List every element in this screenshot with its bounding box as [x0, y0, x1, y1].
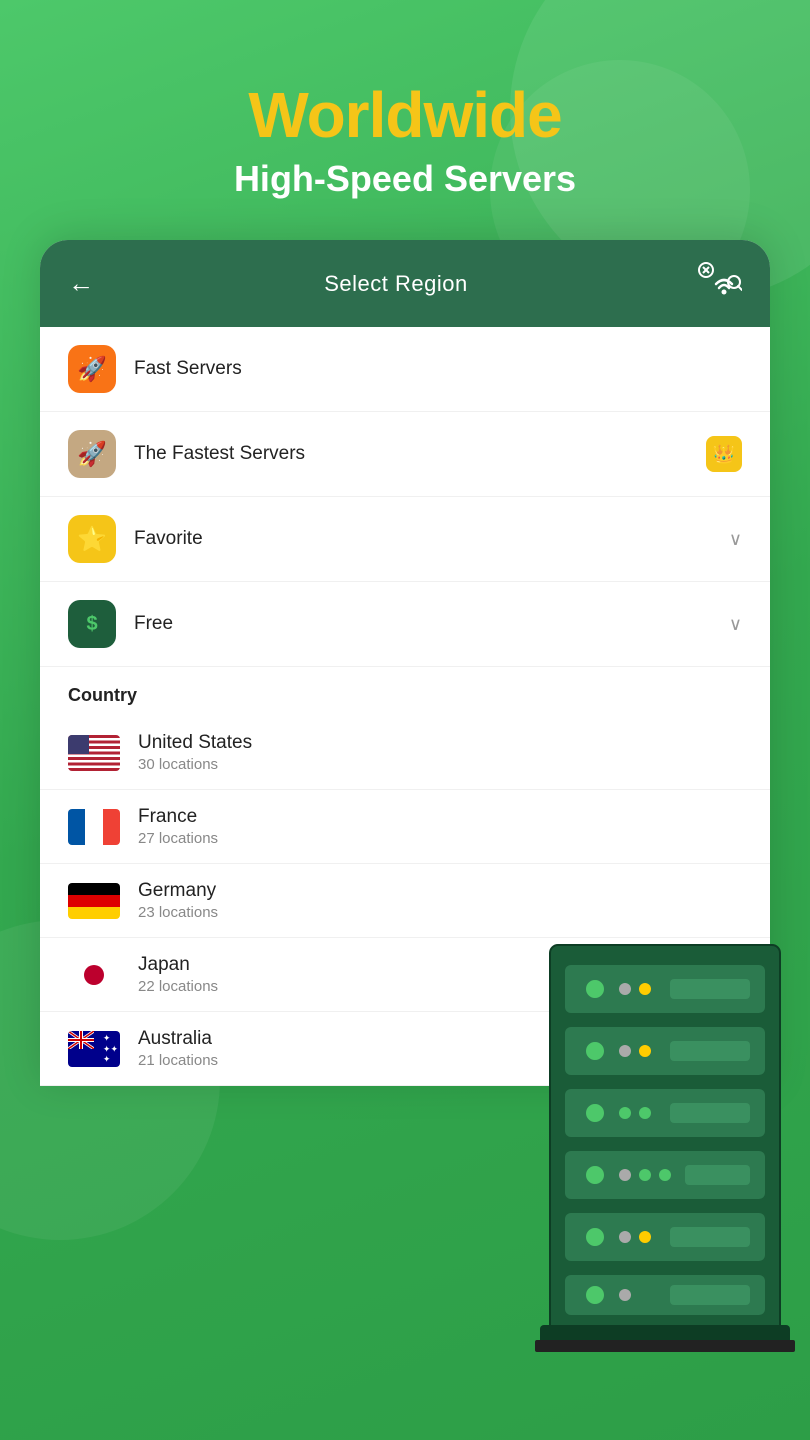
favorite-icon: ⭐	[68, 515, 116, 563]
country-info-de: Germany 23 locations	[138, 880, 742, 921]
server-rack-illustration	[530, 935, 810, 1360]
country-name-fr: France	[138, 806, 742, 828]
flag-us	[68, 735, 120, 771]
page-title: Worldwide	[0, 80, 810, 150]
section-label: Country	[40, 667, 770, 716]
flag-jp	[68, 957, 120, 993]
flag-fr	[68, 809, 120, 845]
page-subtitle: High-Speed Servers	[0, 158, 810, 200]
card-header: ← Select Region	[40, 240, 770, 327]
free-label: Free	[134, 613, 729, 635]
country-locations-de: 23 locations	[138, 904, 742, 921]
menu-list: 🚀 Fast Servers 🚀 The Fastest Servers 👑 ⭐…	[40, 327, 770, 667]
country-info-us: United States 30 locations	[138, 732, 742, 773]
fastest-servers-label: The Fastest Servers	[134, 443, 706, 465]
country-name-us: United States	[138, 732, 742, 754]
vpn-search-icon[interactable]	[698, 262, 742, 305]
fast-servers-icon: 🚀	[68, 345, 116, 393]
menu-item-fast-servers[interactable]: 🚀 Fast Servers	[40, 327, 770, 412]
menu-item-favorite[interactable]: ⭐ Favorite ∨	[40, 497, 770, 582]
flag-au: ✦✦✦✦	[68, 1031, 120, 1067]
fast-servers-label: Fast Servers	[134, 358, 742, 380]
country-item-fr[interactable]: France 27 locations	[40, 790, 770, 864]
crown-icon: 👑	[706, 436, 742, 472]
country-locations-fr: 27 locations	[138, 830, 742, 847]
flag-de	[68, 883, 120, 919]
country-info-fr: France 27 locations	[138, 806, 742, 847]
favorite-label: Favorite	[134, 528, 729, 550]
country-locations-us: 30 locations	[138, 756, 742, 773]
country-item-us[interactable]: United States 30 locations	[40, 716, 770, 790]
country-item-de[interactable]: Germany 23 locations	[40, 864, 770, 938]
card-title: Select Region	[324, 271, 467, 297]
back-button[interactable]: ←	[68, 268, 94, 299]
free-icon: $	[68, 600, 116, 648]
favorite-chevron-icon: ∨	[729, 529, 742, 550]
free-chevron-icon: ∨	[729, 614, 742, 635]
menu-item-free[interactable]: $ Free ∨	[40, 582, 770, 667]
country-name-de: Germany	[138, 880, 742, 902]
fastest-servers-icon: 🚀	[68, 430, 116, 478]
menu-item-fastest-servers[interactable]: 🚀 The Fastest Servers 👑	[40, 412, 770, 497]
header-section: Worldwide High-Speed Servers	[0, 0, 810, 240]
